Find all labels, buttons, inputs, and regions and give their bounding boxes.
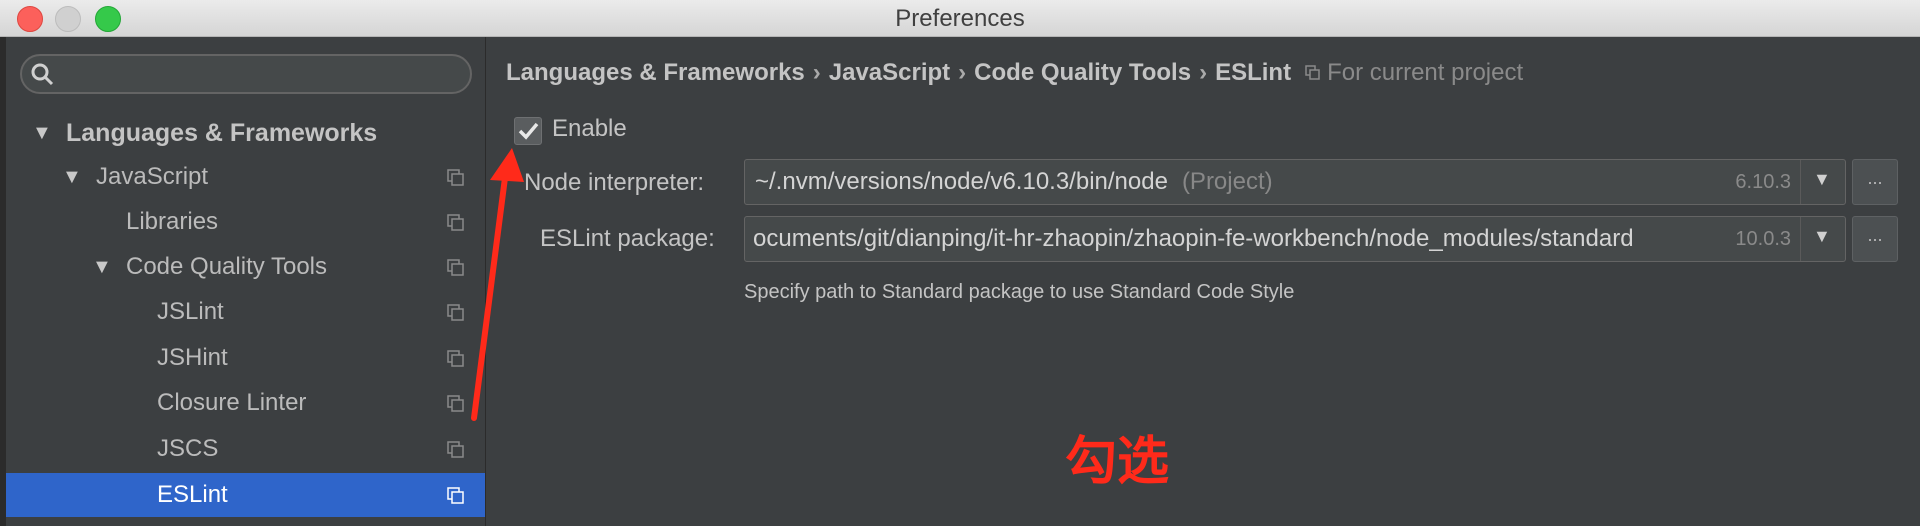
project-scope-icon bbox=[447, 169, 464, 186]
node-interpreter-label: Node interpreter: bbox=[524, 169, 705, 196]
node-interpreter-value: ~/.nvm/versions/node/v6.10.3/bin/node bbox=[755, 168, 1168, 195]
eslint-package-combo[interactable]: ocuments/git/dianping/it-hr-zhaopin/zhao… bbox=[744, 216, 1846, 262]
node-interpreter-browse-button[interactable]: ... bbox=[1852, 159, 1898, 205]
sidebar-item-javascript[interactable]: ▼ JavaScript bbox=[6, 155, 485, 199]
chevron-down-icon: ▼ bbox=[1813, 169, 1831, 189]
eslint-package-browse-button[interactable]: ... bbox=[1852, 216, 1898, 262]
breadcrumb-item: JavaScript bbox=[828, 59, 951, 86]
project-scope-icon bbox=[447, 487, 464, 504]
project-scope-icon bbox=[447, 350, 464, 367]
project-scope-icon bbox=[447, 304, 464, 321]
enable-checkbox[interactable] bbox=[514, 117, 542, 145]
window-title: Preferences bbox=[895, 5, 1025, 32]
eslint-package-helper-text: Specify path to Standard package to use … bbox=[744, 281, 1295, 303]
project-scope-icon bbox=[447, 214, 464, 231]
expand-arrow-icon[interactable]: ▼ bbox=[32, 111, 52, 155]
breadcrumb-item: Code Quality Tools bbox=[974, 59, 1192, 86]
annotation-label: 勾选 bbox=[1065, 433, 1170, 491]
sidebar-item-jslint[interactable]: JSLint bbox=[6, 290, 485, 334]
project-scope-icon bbox=[447, 259, 464, 276]
node-interpreter-version: 6.10.3 bbox=[1727, 171, 1791, 194]
breadcrumb-separator: › bbox=[1199, 59, 1208, 86]
project-scope-note: For current project bbox=[1305, 59, 1523, 86]
project-scope-icon bbox=[447, 441, 464, 458]
breadcrumb: Languages & Frameworks › JavaScript › Code Q… bbox=[506, 59, 1523, 87]
breadcrumb-separator: › bbox=[958, 59, 967, 86]
eslint-package-value: ocuments/git/dianping/it-hr-zhaopin/zhao… bbox=[753, 225, 1634, 252]
sidebar-item-closure-linter[interactable]: Closure Linter bbox=[6, 381, 485, 425]
expand-arrow-icon[interactable]: ▼ bbox=[62, 155, 82, 199]
search-icon bbox=[31, 63, 54, 86]
node-interpreter-hint: (Project) bbox=[1181, 168, 1273, 195]
breadcrumb-separator: › bbox=[812, 59, 821, 86]
project-scope-icon bbox=[1305, 65, 1320, 80]
sidebar-item-eslint[interactable]: ESLint bbox=[6, 473, 485, 517]
breadcrumb-item: Languages & Frameworks bbox=[506, 59, 805, 86]
settings-sidebar: ▼ Languages & Frameworks ▼ JavaScript Li… bbox=[0, 37, 486, 526]
sidebar-item-jscs[interactable]: JSCS bbox=[6, 427, 485, 471]
eslint-package-label: ESLint package: bbox=[540, 225, 715, 252]
settings-content: Languages & Frameworks › JavaScript › Code Q… bbox=[486, 37, 1920, 526]
project-scope-icon bbox=[447, 395, 464, 412]
eslint-package-version: 10.0.3 bbox=[1727, 228, 1791, 251]
chevron-down-icon: ▼ bbox=[1813, 226, 1831, 246]
sidebar-item-languages-frameworks[interactable]: ▼ Languages & Frameworks bbox=[6, 111, 485, 155]
search-input[interactable] bbox=[20, 54, 472, 94]
enable-label[interactable]: Enable bbox=[552, 115, 627, 143]
sidebar-item-code-quality-tools[interactable]: ▼ Code Quality Tools bbox=[6, 245, 485, 289]
expand-arrow-icon[interactable]: ▼ bbox=[92, 245, 112, 289]
title-bar: Preferences bbox=[0, 0, 1920, 37]
breadcrumb-item: ESLint bbox=[1215, 59, 1292, 86]
checkmark-icon bbox=[518, 122, 539, 140]
window-edge bbox=[0, 37, 6, 526]
node-interpreter-dropdown-button[interactable]: ▼ bbox=[1800, 160, 1845, 204]
node-interpreter-combo[interactable]: ~/.nvm/versions/node/v6.10.3/bin/node (Pr… bbox=[744, 159, 1846, 205]
eslint-package-dropdown-button[interactable]: ▼ bbox=[1800, 217, 1845, 261]
sidebar-item-libraries[interactable]: Libraries bbox=[6, 200, 485, 244]
sidebar-item-jshint[interactable]: JSHint bbox=[6, 336, 485, 380]
